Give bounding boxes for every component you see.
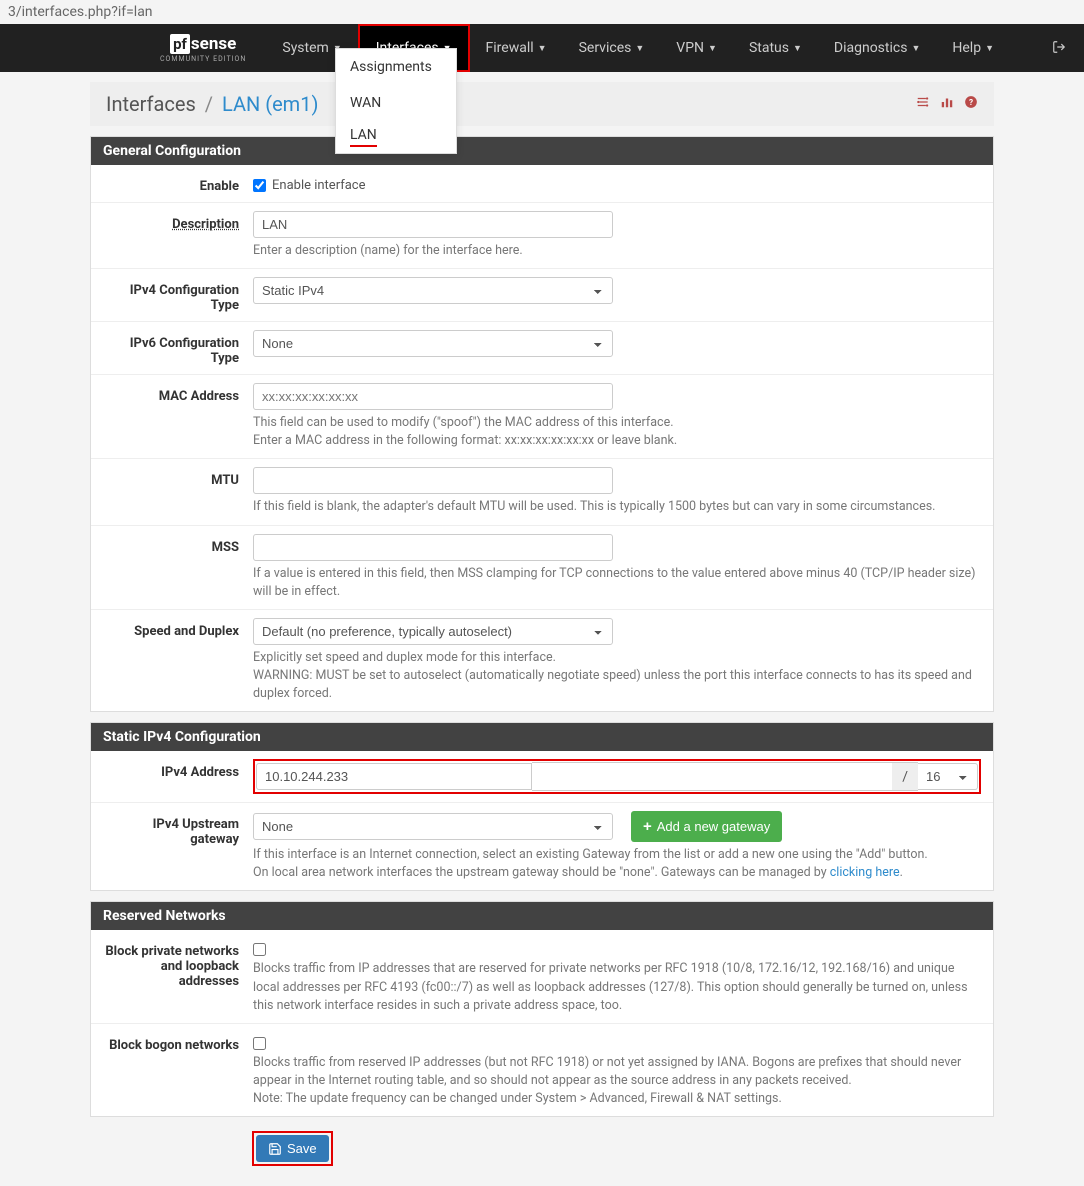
caret-icon: ▼: [793, 43, 802, 54]
save-label: Save: [287, 1141, 317, 1156]
gateway-select[interactable]: None: [253, 813, 613, 840]
dropdown-lan[interactable]: LAN: [350, 127, 377, 147]
enable-text: Enable interface: [272, 178, 366, 193]
description-help: Enter a description (name) for the inter…: [253, 242, 981, 260]
mac-help: This field can be used to modify ("spoof…: [253, 414, 981, 450]
gateway-help: If this interface is an Internet connect…: [253, 846, 981, 882]
main-navbar: pf sense COMMUNITY EDITION System▼ Inter…: [0, 24, 1084, 72]
nav-label: Diagnostics: [834, 40, 908, 56]
ipv6type-label: IPv6 Configuration Type: [103, 330, 253, 366]
save-highlight: Save: [252, 1131, 333, 1166]
logout-icon[interactable]: [1052, 38, 1084, 59]
nav-vpn[interactable]: VPN ▼: [660, 24, 733, 72]
ipv4addr-label: IPv4 Address: [103, 759, 253, 794]
description-label: Description: [103, 211, 253, 260]
url-bar: 3/interfaces.php?if=lan: [0, 0, 1084, 24]
caret-icon: ▼: [538, 43, 547, 54]
nav-firewall[interactable]: Firewall ▼: [470, 24, 563, 72]
nav-status[interactable]: Status ▼: [733, 24, 818, 72]
interfaces-dropdown: Assignments WAN LAN: [335, 48, 457, 154]
help-icon[interactable]: ?: [964, 95, 978, 113]
add-gateway-button[interactable]: + Add a new gateway: [631, 811, 782, 842]
reserved-networks-panel: Reserved Networks Block private networks…: [90, 901, 994, 1117]
caret-icon: ▼: [708, 43, 717, 54]
enable-checkbox-wrap[interactable]: Enable interface: [253, 173, 981, 193]
nav-label: System: [282, 40, 328, 56]
ipv4type-select[interactable]: Static IPv4: [253, 277, 613, 304]
ipv4-slash: /: [892, 762, 918, 791]
plus-icon: +: [643, 818, 652, 835]
mss-help: If a value is entered in this field, the…: [253, 565, 981, 601]
settings-icon[interactable]: [916, 95, 930, 113]
block-private-checkbox[interactable]: [253, 943, 266, 956]
ipv4-address-input[interactable]: [256, 763, 532, 790]
ipv4-mask-select[interactable]: 16: [918, 763, 978, 790]
breadcrumb-sep: /: [205, 92, 213, 116]
ipv6type-select[interactable]: None: [253, 330, 613, 357]
save-button[interactable]: Save: [256, 1135, 329, 1162]
brand-pf: pf: [170, 34, 190, 54]
speed-select[interactable]: Default (no preference, typically autose…: [253, 618, 613, 645]
nav-label: Services: [579, 40, 632, 56]
static-ipv4-panel: Static IPv4 Configuration IPv4 Address /…: [90, 722, 994, 891]
breadcrumb-current: LAN (em1): [222, 92, 318, 116]
breadcrumb-root[interactable]: Interfaces: [106, 92, 196, 116]
description-input[interactable]: [253, 211, 613, 238]
brand-subtitle: COMMUNITY EDITION: [160, 55, 246, 63]
mss-input[interactable]: [253, 534, 613, 561]
save-icon: [268, 1142, 282, 1156]
gateway-label: IPv4 Upstream gateway: [103, 811, 253, 882]
mtu-label: MTU: [103, 467, 253, 516]
mtu-help: If this field is blank, the adapter's de…: [253, 498, 981, 516]
block-private-label: Block private networks and loopback addr…: [103, 938, 253, 1014]
block-private-help: Blocks traffic from IP addresses that ar…: [253, 960, 981, 1014]
brand-sense: sense: [191, 34, 236, 54]
ipv4type-label: IPv4 Configuration Type: [103, 277, 253, 313]
clicking-here-link[interactable]: clicking here: [830, 865, 900, 880]
nav-services[interactable]: Services▼: [563, 24, 661, 72]
caret-icon: ▼: [635, 43, 644, 54]
add-gateway-label: Add a new gateway: [657, 819, 770, 834]
block-bogon-checkbox[interactable]: [253, 1037, 266, 1050]
speed-label: Speed and Duplex: [103, 618, 253, 703]
breadcrumb-bar: Interfaces / LAN (em1) ?: [90, 82, 994, 126]
block-bogon-label: Block bogon networks: [103, 1032, 253, 1108]
url-text: 3/interfaces.php?if=lan: [8, 4, 153, 20]
speed-help: Explicitly set speed and duplex mode for…: [253, 649, 981, 703]
panel-heading: Static IPv4 Configuration: [91, 723, 993, 751]
block-bogon-help: Blocks traffic from reserved IP addresse…: [253, 1054, 981, 1108]
nav-diagnostics[interactable]: Diagnostics▼: [818, 24, 936, 72]
mtu-input[interactable]: [253, 467, 613, 494]
nav-label: Help: [952, 40, 981, 56]
ipv4-highlight: / 16: [253, 759, 981, 794]
mac-input[interactable]: [253, 383, 613, 410]
nav-label: VPN: [676, 40, 704, 56]
dropdown-wan[interactable]: WAN: [336, 85, 456, 121]
caret-icon: ▼: [985, 43, 994, 54]
caret-icon: ▼: [911, 43, 920, 54]
chart-icon[interactable]: [940, 95, 954, 113]
svg-text:?: ?: [969, 97, 973, 107]
enable-checkbox[interactable]: [253, 179, 266, 192]
dropdown-assignments[interactable]: Assignments: [336, 49, 456, 85]
panel-heading: Reserved Networks: [91, 902, 993, 930]
general-config-panel: General Configuration Enable Enable inte…: [90, 136, 994, 712]
nav-help[interactable]: Help ▼: [936, 24, 1010, 72]
mac-label: MAC Address: [103, 383, 253, 450]
ipv4-spacer: [532, 762, 892, 791]
breadcrumb: Interfaces / LAN (em1): [106, 92, 318, 116]
enable-label: Enable: [103, 173, 253, 194]
nav-label: Firewall: [486, 40, 534, 56]
panel-heading: General Configuration: [91, 137, 993, 165]
nav-label: Status: [749, 40, 789, 56]
brand-logo[interactable]: pf sense COMMUNITY EDITION: [0, 34, 266, 63]
mss-label: MSS: [103, 534, 253, 601]
